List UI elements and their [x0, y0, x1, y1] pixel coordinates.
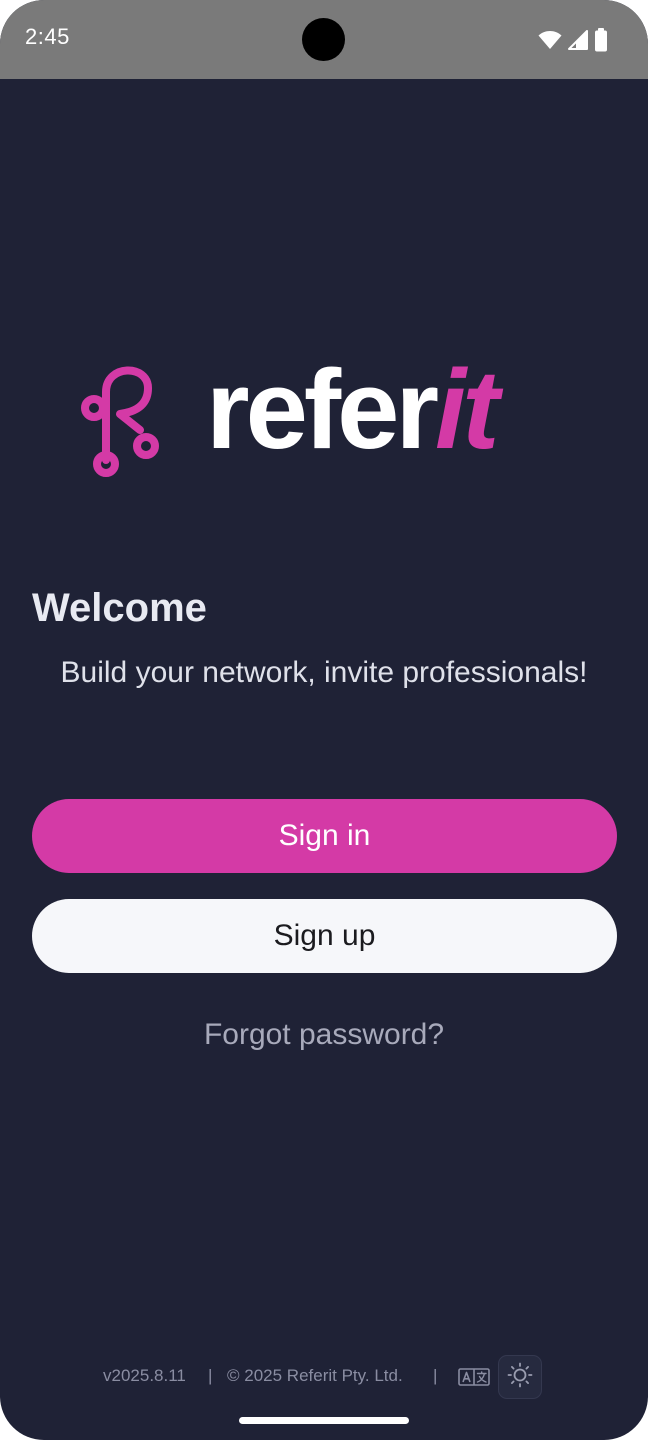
- logo-word-it: it: [435, 347, 499, 472]
- status-time: 2:45: [25, 24, 70, 49]
- translate-icon[interactable]: [458, 1368, 490, 1386]
- logo-wordmark: referit: [206, 354, 499, 466]
- forgot-password-link[interactable]: Forgot password?: [0, 1018, 648, 1052]
- sign-up-label: Sign up: [273, 919, 376, 952]
- theme-toggle-button[interactable]: [498, 1355, 542, 1399]
- sign-in-button[interactable]: Sign in: [32, 799, 617, 873]
- sign-up-button[interactable]: Sign up: [32, 899, 617, 973]
- phone-screen: 2:45 referit Welcome Build your network,…: [0, 0, 648, 1440]
- app-version: v2025.8.11: [103, 1366, 186, 1385]
- welcome-subtitle: Build your network, invite professionals…: [60, 656, 588, 689]
- signal-icon: [568, 30, 588, 50]
- footer-separator: |: [208, 1366, 213, 1385]
- status-icons: [538, 27, 608, 53]
- copyright-text: © 2025 Referit Pty. Ltd.: [227, 1366, 403, 1385]
- camera-cutout: [302, 18, 345, 61]
- welcome-title: Welcome: [32, 586, 207, 630]
- status-bar: 2:45: [0, 0, 648, 79]
- footer: v2025.8.11 | © 2025 Referit Pty. Ltd. |: [0, 1355, 648, 1399]
- sun-icon: [507, 1362, 533, 1393]
- home-indicator[interactable]: [239, 1417, 409, 1424]
- wifi-icon: [538, 30, 562, 50]
- sign-in-label: Sign in: [278, 819, 371, 852]
- footer-separator: |: [433, 1366, 438, 1385]
- logo-word-refer: refer: [206, 347, 439, 472]
- battery-icon: [594, 28, 608, 52]
- referit-logo: referit: [80, 354, 580, 483]
